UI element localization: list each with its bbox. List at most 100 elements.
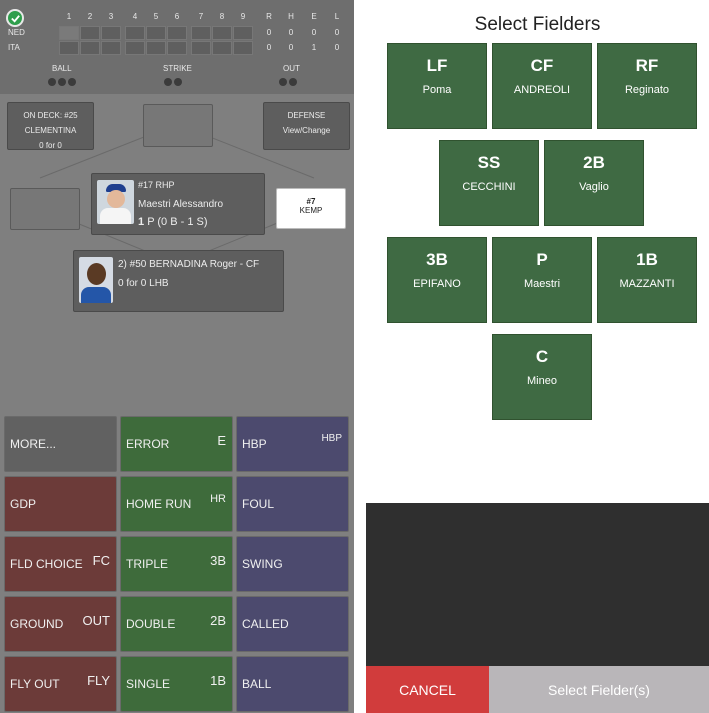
ground-out-button[interactable]: GROUND OUT (4, 596, 117, 652)
home-run-label: HOME RUN (126, 497, 192, 511)
cancel-button[interactable]: CANCEL (366, 666, 489, 713)
fly-out-label: FLY OUT (10, 677, 60, 691)
fielder-position: 2B (583, 153, 605, 172)
team-total: 0 (334, 43, 340, 52)
ball-button[interactable]: BALL (236, 656, 349, 712)
fielder-position: 3B (426, 250, 448, 269)
inning-header: 6 (174, 12, 180, 21)
totals-header: L (334, 12, 340, 21)
team-total: 0 (288, 43, 294, 52)
hbp-label: HBP (242, 437, 267, 451)
inning-cell (125, 26, 145, 40)
gdp-button[interactable]: GDP (4, 476, 117, 532)
fielder-name: ANDREOLI (513, 84, 571, 96)
pitcher-panel[interactable]: #17 RHP Maestri Alessandro 1 P (0 B - 1 … (91, 173, 265, 235)
swing-button[interactable]: SWING (236, 536, 349, 592)
inning-cell (125, 41, 145, 55)
fielder-ss[interactable]: SS CECCHINI (439, 140, 539, 226)
pitch-count-detail: P (0 B - 1 S) (147, 216, 208, 228)
out-count-dots (279, 78, 297, 86)
inning-cell (233, 41, 253, 55)
single-button[interactable]: SINGLE 1B (120, 656, 233, 712)
inning-header: 4 (132, 12, 138, 21)
defense-button[interactable]: DEFENSE View/Change (263, 102, 350, 150)
fly-out-icon: FLY (87, 673, 110, 688)
inning-cell (212, 41, 232, 55)
home-run-button[interactable]: HOME RUN HR (120, 476, 233, 532)
fielder-rf[interactable]: RF Reginato (597, 43, 697, 129)
strike-label: STRIKE (163, 64, 192, 73)
strike-count-dots (164, 78, 182, 86)
select-fielders-button[interactable]: Select Fielder(s) (489, 666, 709, 713)
fly-out-button[interactable]: FLY OUT FLY (4, 656, 117, 712)
inning-header: 3 (108, 12, 114, 21)
ground-out-icon: OUT (82, 613, 110, 628)
totals-header: R (266, 12, 272, 21)
inning-cell (191, 26, 211, 40)
on-deck-label: ON DECK: #25 (23, 111, 78, 120)
foul-button[interactable]: FOUL (236, 476, 349, 532)
team-name: NED (8, 28, 25, 37)
team-total: 0 (288, 28, 294, 37)
pitcher-name: Maestri Alessandro (138, 199, 224, 210)
team-total: 0 (266, 28, 272, 37)
fielder-position: RF (635, 56, 659, 75)
ball-count-dots (48, 78, 76, 86)
runner-name: KEMP (299, 206, 323, 215)
fielder-c[interactable]: C Mineo (492, 334, 592, 420)
single-icon: 1B (210, 673, 226, 688)
fielder-position: 1B (636, 250, 658, 269)
on-deck-panel[interactable]: ON DECK: #25 CLEMENTINA 0 for 0 (7, 102, 94, 150)
fielder-lf[interactable]: LF Poma (387, 43, 487, 129)
inning-cell (167, 26, 187, 40)
team-total: 0 (266, 43, 272, 52)
batter-panel[interactable]: 2) #50 BERNADINA Roger - CF 0 for 0 LHB (73, 250, 284, 312)
fielder-name: MAZZANTI (619, 278, 675, 290)
fielder-2b[interactable]: 2B Vaglio (544, 140, 644, 226)
play-action-grid: MORE... ERROR E HBP HBP GDP HOME RUN HR FOU… (4, 416, 350, 712)
fielder-position: LF (426, 56, 448, 75)
hbp-icon: HBP (321, 433, 342, 444)
inning-cell (101, 41, 121, 55)
inning-cell (59, 41, 79, 55)
ground-out-label: GROUND (10, 617, 64, 631)
on-deck-name: CLEMENTINA (24, 126, 77, 135)
hbp-button[interactable]: HBP HBP (236, 416, 349, 472)
fielder-p[interactable]: P Maestri (492, 237, 592, 323)
inning-cell (101, 26, 121, 40)
fielder-position: CF (530, 56, 554, 75)
dialog-title: Select Fielders (474, 14, 601, 35)
more-button[interactable]: MORE... (4, 416, 117, 472)
double-icon: 2B (210, 613, 226, 628)
inning-cell (80, 41, 100, 55)
error-icon: E (217, 433, 226, 448)
called-label: CALLED (242, 617, 289, 631)
runner-number: #7 (306, 197, 316, 206)
ball-label: BALL (242, 677, 272, 691)
inning-header: 1 (66, 12, 72, 21)
fielder-1b[interactable]: 1B MAZZANTI (597, 237, 697, 323)
team-total: 1 (311, 43, 317, 52)
fielder-name: CECCHINI (462, 181, 516, 193)
team-total: 0 (311, 28, 317, 37)
field-diamond: ON DECK: #25 CLEMENTINA 0 for 0 DEFENSE … (0, 94, 354, 414)
fielder-3b[interactable]: 3B EPIFANO (387, 237, 487, 323)
pitch-count: 1 P (0 B - 1 S) (138, 216, 208, 228)
error-button[interactable]: ERROR E (120, 416, 233, 472)
double-button[interactable]: DOUBLE 2B (120, 596, 233, 652)
third-base[interactable] (10, 188, 80, 230)
inning-cell (146, 26, 166, 40)
double-label: DOUBLE (126, 617, 176, 631)
first-base-runner[interactable]: #7 KEMP (276, 188, 346, 229)
home-run-icon: HR (210, 493, 226, 505)
fielders-choice-button[interactable]: FLD CHOICE FC (4, 536, 117, 592)
fielder-cf[interactable]: CF ANDREOLI (492, 43, 592, 129)
triple-button[interactable]: TRIPLE 3B (120, 536, 233, 592)
batter-stats: 0 for 0 LHB (118, 278, 169, 289)
called-button[interactable]: CALLED (236, 596, 349, 652)
select-fielders-dialog: Select Fielders LF Poma CF ANDREOLI RF Regi… (366, 0, 709, 713)
batter-avatar (79, 257, 113, 303)
second-base[interactable] (143, 104, 213, 147)
fielder-name: Mineo (527, 375, 557, 387)
foul-label: FOUL (242, 497, 275, 511)
